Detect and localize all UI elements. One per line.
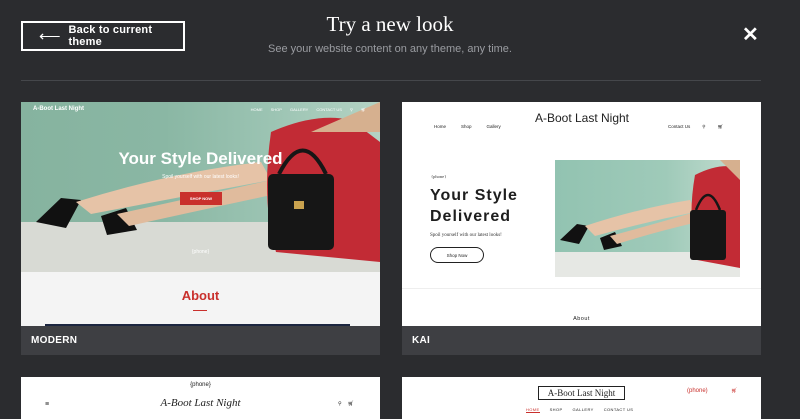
preview-nav-item: GALLERY [289, 107, 309, 112]
search-icon: ⚲ [349, 107, 353, 112]
preview-nav-item: CONTACT US [603, 407, 634, 412]
model-photo [560, 160, 740, 268]
preview-tagline: Spoil yourself with our latest looks! [430, 233, 502, 238]
theme-card-3[interactable]: {phone} ≡ A-Boot Last Night ⚲ 🛒︎ [21, 377, 380, 419]
preview-nav-item: HOME [526, 407, 540, 413]
cart-icon: 🛒︎ [347, 401, 355, 407]
theme-name-label: MODERN [21, 326, 380, 355]
model-photo [36, 102, 380, 262]
preview-phone: {phone} [190, 382, 211, 388]
preview-headline: Your Style Delivered [118, 149, 283, 168]
close-icon[interactable]: ✕ [742, 25, 759, 45]
theme-preview-modern: A-Boot Last Night HOME SHOP GALLERY CONT… [21, 102, 380, 326]
preview-nav-item: CONTACT US [316, 107, 342, 112]
page-title: Try a new look [326, 12, 454, 36]
preview-nav-item: HOME [250, 107, 263, 112]
cart-icon: 🛒︎ [360, 107, 366, 112]
page-subtitle: See your website content on any theme, a… [268, 43, 512, 55]
preview-tagline: Spoil yourself with our latest looks! [162, 174, 239, 180]
preview-nav: Home Shop Gallery [434, 124, 501, 129]
divider [193, 310, 207, 311]
search-icon: ⚲ [702, 124, 706, 129]
preview-headline: Your Style Delivered [430, 187, 518, 225]
preview-nav-item: SHOP [549, 407, 563, 412]
preview-nav-item: GALLERY [572, 407, 594, 412]
preview-about-heading: About [573, 316, 590, 322]
theme-card-modern[interactable]: A-Boot Last Night HOME SHOP GALLERY CONT… [21, 102, 380, 355]
preview-shop-button: Shop Now [430, 247, 484, 263]
preview-brand: A-Boot Last Night [33, 106, 84, 112]
preview-phone: {phone} [431, 174, 447, 179]
preview-phone: (phone) [687, 388, 708, 394]
preview-nav-item: Shop [461, 124, 472, 129]
cart-icon: 🛒︎ [717, 124, 724, 129]
preview-nav: HOME SHOP GALLERY CONTACT US [526, 407, 633, 413]
preview-brand: A-Boot Last Night [534, 111, 630, 125]
preview-nav-item: Home [434, 124, 447, 129]
preview-brand: A-Boot Last Night [538, 386, 625, 400]
preview-nav-item: Contact Us [668, 124, 691, 129]
preview-about-heading: About [181, 288, 220, 303]
preview-nav-item: SHOP [270, 107, 282, 112]
theme-card-kai[interactable]: Home Shop Gallery A-Boot Last Night Cont… [402, 102, 761, 355]
preview-nav: HOME SHOP GALLERY CONTACT US ⚲ 🛒︎ [251, 107, 366, 112]
theme-name-label: KAI [402, 326, 761, 355]
preview-phone: {phone} [191, 249, 210, 255]
theme-preview-kai: Home Shop Gallery A-Boot Last Night Cont… [402, 102, 761, 326]
cart-icon: 🛒︎ [731, 388, 738, 394]
preview-shop-button: SHOP NOW [180, 192, 222, 205]
preview-brand: A-Boot Last Night [160, 397, 241, 409]
header-divider [21, 80, 761, 81]
theme-card-4[interactable]: A-Boot Last Night (phone) 🛒︎ HOME SHOP G… [402, 377, 761, 419]
search-icon: ⚲ [338, 401, 342, 407]
preview-nav-item: Gallery [486, 124, 501, 129]
